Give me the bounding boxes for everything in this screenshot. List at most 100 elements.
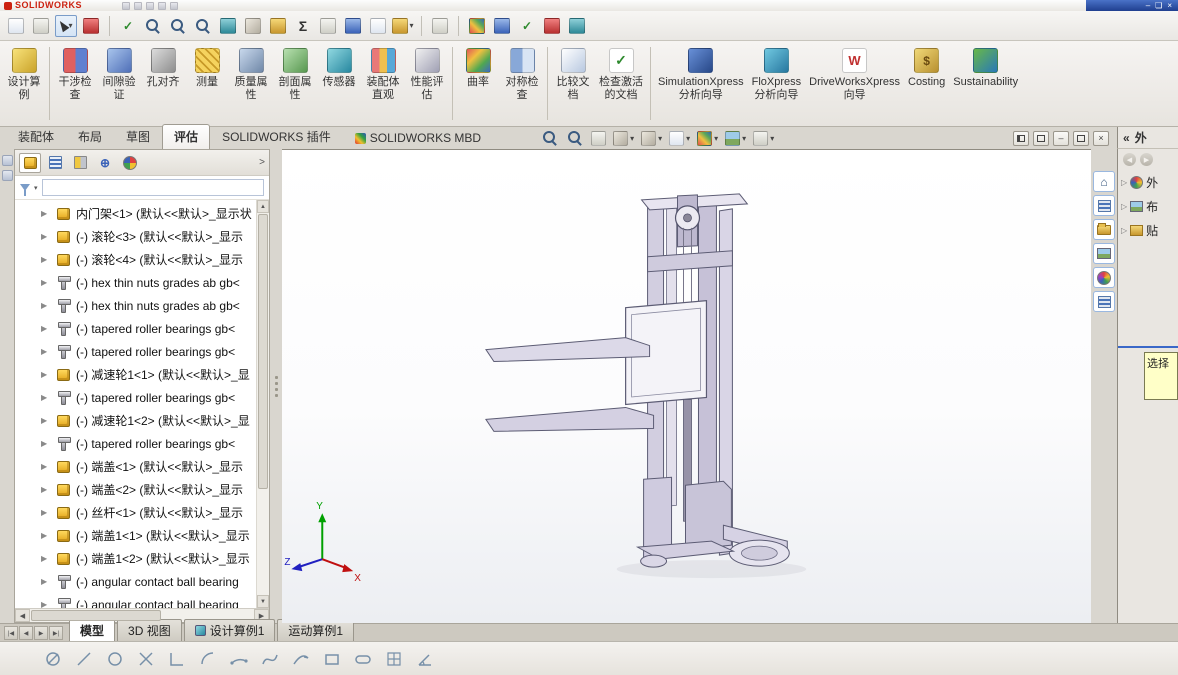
zoom-in-out-icon[interactable] <box>192 15 214 37</box>
apply-scene-icon[interactable]: ▾ <box>725 130 746 146</box>
ribbon-button-sustainability[interactable]: Sustainability <box>949 43 1022 124</box>
nav-forward-icon[interactable]: ▶ <box>1140 153 1153 166</box>
tab-solidworks-addins[interactable]: SOLIDWORKS 插件 <box>210 124 343 149</box>
zoom-to-fit-icon[interactable] <box>541 129 559 147</box>
restore-button[interactable]: ❏ <box>1155 1 1162 10</box>
trim-icon[interactable] <box>135 648 157 670</box>
ribbon-button-mass-properties[interactable]: 质量属 性 <box>229 43 273 124</box>
prev-tab-icon[interactable]: ◀ <box>19 626 33 640</box>
appearances-wheel-icon[interactable] <box>1093 267 1115 288</box>
filter-dropdown-icon[interactable]: ▾ <box>34 184 38 192</box>
pane-toggle-icon[interactable] <box>1 170 13 181</box>
zoom-to-area-icon[interactable] <box>167 15 189 37</box>
expand-arrow-icon[interactable]: ▷ <box>1121 202 1127 211</box>
expand-arrow-icon[interactable] <box>41 324 51 333</box>
grid-icon[interactable] <box>383 648 405 670</box>
expand-arrow-icon[interactable] <box>41 278 51 287</box>
angle-dimension-icon[interactable] <box>414 648 436 670</box>
filter-funnel-icon[interactable] <box>20 184 30 196</box>
expand-arrow-icon[interactable] <box>41 462 51 471</box>
ribbon-button-section-properties[interactable]: 剖面属 性 <box>273 43 317 124</box>
arc-icon[interactable] <box>197 648 219 670</box>
tree-item[interactable]: (-) tapered roller bearings gb< <box>15 432 256 455</box>
tab-layout[interactable]: 布局 <box>66 124 114 149</box>
tab-evaluate[interactable]: 评估 <box>162 124 211 149</box>
ribbon-button-clearance-verification[interactable]: 间隙验 证 <box>97 43 141 124</box>
line-icon[interactable] <box>73 648 95 670</box>
expand-arrow-icon[interactable] <box>41 370 51 379</box>
doc-minimize-icon[interactable]: – <box>1053 130 1069 146</box>
ribbon-button-performance-evaluation[interactable]: 性能评 估 <box>405 43 449 124</box>
ribbon-button-assembly-visualization[interactable]: 装配体 直观 <box>361 43 405 124</box>
task-pane-header[interactable]: « 外 <box>1117 127 1178 149</box>
dimxpertmanager-tab[interactable]: ⊕ <box>94 153 116 173</box>
collapse-chevrons-icon[interactable]: « <box>1123 131 1130 145</box>
expand-arrow-icon[interactable] <box>41 347 51 356</box>
select-arrow-icon[interactable]: ▾ <box>55 14 77 37</box>
graphics-viewport[interactable]: Y Z X <box>282 149 1091 623</box>
tree-item[interactable]: (-) 端盖1<1> (默认<<默认>_显示 <box>15 524 256 547</box>
scroll-left-icon[interactable]: ◀ <box>15 609 30 622</box>
propertymanager-tab[interactable] <box>44 153 66 173</box>
tree-item[interactable]: (-) 丝杆<1> (默认<<默认>_显示 <box>15 501 256 524</box>
mirror-entities-icon[interactable] <box>342 15 364 37</box>
file-explorer-icon[interactable] <box>1093 219 1115 240</box>
expand-arrow-icon[interactable]: ▷ <box>1121 178 1127 187</box>
expand-arrow-icon[interactable] <box>41 600 51 608</box>
expand-tabs-chevron-icon[interactable]: > <box>259 157 265 168</box>
qa-icon[interactable] <box>134 1 142 10</box>
expand-arrow-icon[interactable]: ▷ <box>1121 226 1127 235</box>
no-entity-icon[interactable] <box>42 648 64 670</box>
custom-properties-icon[interactable] <box>1093 291 1115 312</box>
panel-splitter[interactable] <box>270 149 282 623</box>
tree-item[interactable]: (-) 滚轮<3> (默认<<默认>_显示 <box>15 225 256 248</box>
home-icon[interactable]: ⌂ <box>1093 171 1115 192</box>
view-palette-icon[interactable] <box>1093 243 1115 264</box>
rectangle-icon[interactable] <box>321 648 343 670</box>
qa-icon[interactable] <box>158 1 166 10</box>
tree-item[interactable]: (-) 端盖1<2> (默认<<默认>_显示 <box>15 547 256 570</box>
ribbon-button-compare-documents[interactable]: 比较文 档 <box>551 43 595 124</box>
slot-icon[interactable] <box>352 648 374 670</box>
expand-arrow-icon[interactable] <box>41 301 51 310</box>
tree-item[interactable]: (-) angular contact ball bearing <box>15 570 256 593</box>
spline-icon[interactable] <box>259 648 281 670</box>
tab-solidworks-mbd[interactable]: SOLIDWORKS MBD <box>343 127 493 149</box>
tree-filter-input[interactable] <box>41 179 264 196</box>
ribbon-button-hole-alignment[interactable]: 孔对齐 <box>141 43 185 124</box>
file-properties-icon[interactable] <box>30 15 52 37</box>
expand-arrow-icon[interactable] <box>41 209 51 218</box>
expand-arrow-icon[interactable] <box>41 554 51 563</box>
expand-arrow-icon[interactable] <box>41 416 51 425</box>
summary-info-icon[interactable] <box>5 15 27 37</box>
tab-sketch[interactable]: 草图 <box>114 124 162 149</box>
displaymanager-tab[interactable] <box>119 153 141 173</box>
edit-annotation-icon[interactable]: ▾ <box>392 15 414 37</box>
edit-appearance-icon[interactable]: ▾ <box>697 130 718 146</box>
design-library-icon[interactable] <box>1093 195 1115 216</box>
check-ok-icon[interactable]: ✓ <box>516 15 538 37</box>
pane-right-icon[interactable] <box>1033 130 1049 146</box>
web-help-icon[interactable] <box>566 15 588 37</box>
design-table-icon[interactable] <box>429 15 451 37</box>
featuremanager-tree-tab[interactable] <box>19 152 41 173</box>
first-tab-icon[interactable]: |◀ <box>4 626 18 640</box>
ribbon-button-sensor[interactable]: 传感器 <box>317 43 361 124</box>
circle-icon[interactable] <box>104 648 126 670</box>
ribbon-button-interference-detection[interactable]: 干涉检 查 <box>53 43 97 124</box>
tree-item[interactable]: (-) 减速轮1<1> (默认<<默认>_显 <box>15 363 256 386</box>
doc-close-icon[interactable]: × <box>1093 130 1109 146</box>
tree-item[interactable]: (-) 减速轮1<2> (默认<<默认>_显 <box>15 409 256 432</box>
qa-icon[interactable] <box>170 1 178 10</box>
ribbon-button-symmetry-check[interactable]: 对称检 查 <box>500 43 544 124</box>
view-orientation-icon[interactable]: ▾ <box>613 130 634 146</box>
tree-item[interactable]: (-) hex thin nuts grades ab gb< <box>15 271 256 294</box>
ribbon-button-measure[interactable]: 测量 <box>185 43 229 124</box>
pane-left-icon[interactable] <box>1013 130 1029 146</box>
tree-vertical-scrollbar[interactable]: ▲ ▼ <box>256 200 269 608</box>
ribbon-button-design-study[interactable]: 设计算 例 <box>2 43 46 124</box>
taskpane-item-appearances[interactable]: ▷ 外 <box>1118 170 1178 194</box>
equations-sigma-icon[interactable]: Σ <box>292 15 314 37</box>
taskpane-item-decals[interactable]: ▷ 贴 <box>1118 218 1178 242</box>
qa-icon[interactable] <box>122 1 130 10</box>
